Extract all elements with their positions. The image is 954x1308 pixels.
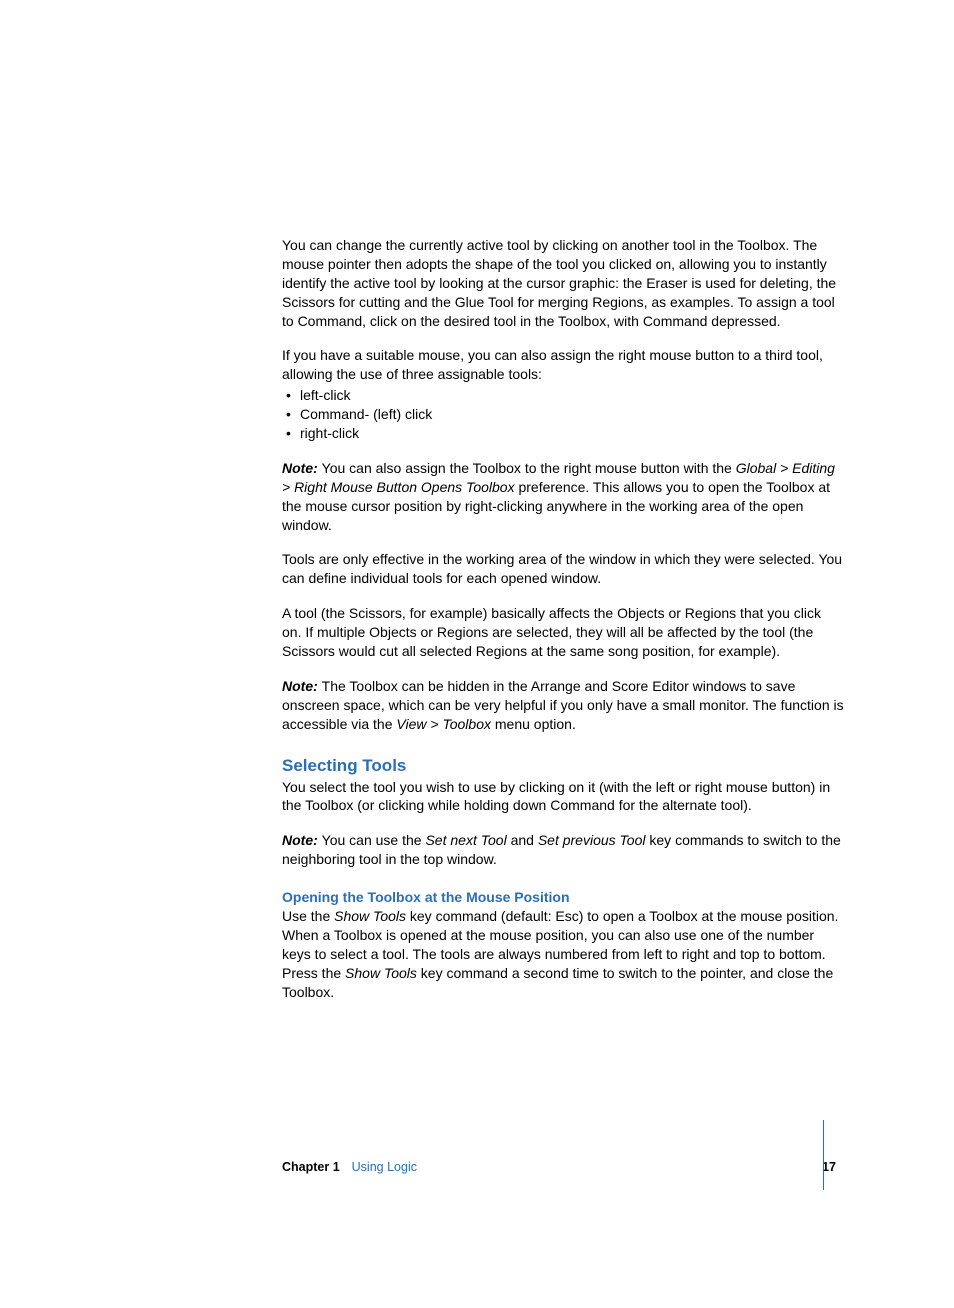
menu-path: View > Toolbox (396, 716, 491, 732)
list-item: right-click (282, 424, 844, 443)
note-paragraph: Note: The Toolbox can be hidden in the A… (282, 677, 844, 734)
page-content: You can change the currently active tool… (0, 0, 954, 1002)
body-text: Use the (282, 908, 334, 924)
note-text: You can use the (322, 832, 426, 848)
note-text: You can also assign the Toolbox to the r… (322, 460, 736, 476)
footer-rule (823, 1120, 824, 1190)
bullet-list: left-click Command- (left) click right-c… (282, 386, 844, 443)
note-text: menu option. (491, 716, 576, 732)
body-paragraph: A tool (the Scissors, for example) basic… (282, 604, 844, 661)
note-label: Note: (282, 678, 322, 694)
list-item: Command- (left) click (282, 405, 844, 424)
note-text: and (507, 832, 538, 848)
chapter-title: Using Logic (352, 1160, 417, 1174)
page-footer: Chapter 1 Using Logic 17 (282, 1160, 844, 1174)
body-paragraph: You select the tool you wish to use by c… (282, 778, 844, 816)
page-number: 17 (822, 1160, 844, 1174)
key-command: Set next Tool (425, 832, 506, 848)
key-command: Show Tools (334, 908, 406, 924)
note-label: Note: (282, 460, 322, 476)
body-paragraph: You can change the currently active tool… (282, 236, 844, 330)
key-command: Show Tools (345, 965, 417, 981)
list-item: left-click (282, 386, 844, 405)
footer-left: Chapter 1 Using Logic (282, 1160, 417, 1174)
note-paragraph: Note: You can use the Set next Tool and … (282, 831, 844, 869)
key-command: Set previous Tool (538, 832, 646, 848)
body-paragraph: Use the Show Tools key command (default:… (282, 907, 844, 1001)
note-paragraph: Note: You can also assign the Toolbox to… (282, 459, 844, 535)
body-paragraph: Tools are only effective in the working … (282, 550, 844, 588)
body-paragraph: If you have a suitable mouse, you can al… (282, 346, 844, 384)
section-heading-selecting-tools: Selecting Tools (282, 756, 844, 776)
sub-heading-opening-toolbox: Opening the Toolbox at the Mouse Positio… (282, 889, 844, 905)
chapter-number: Chapter 1 (282, 1160, 340, 1174)
note-label: Note: (282, 832, 322, 848)
